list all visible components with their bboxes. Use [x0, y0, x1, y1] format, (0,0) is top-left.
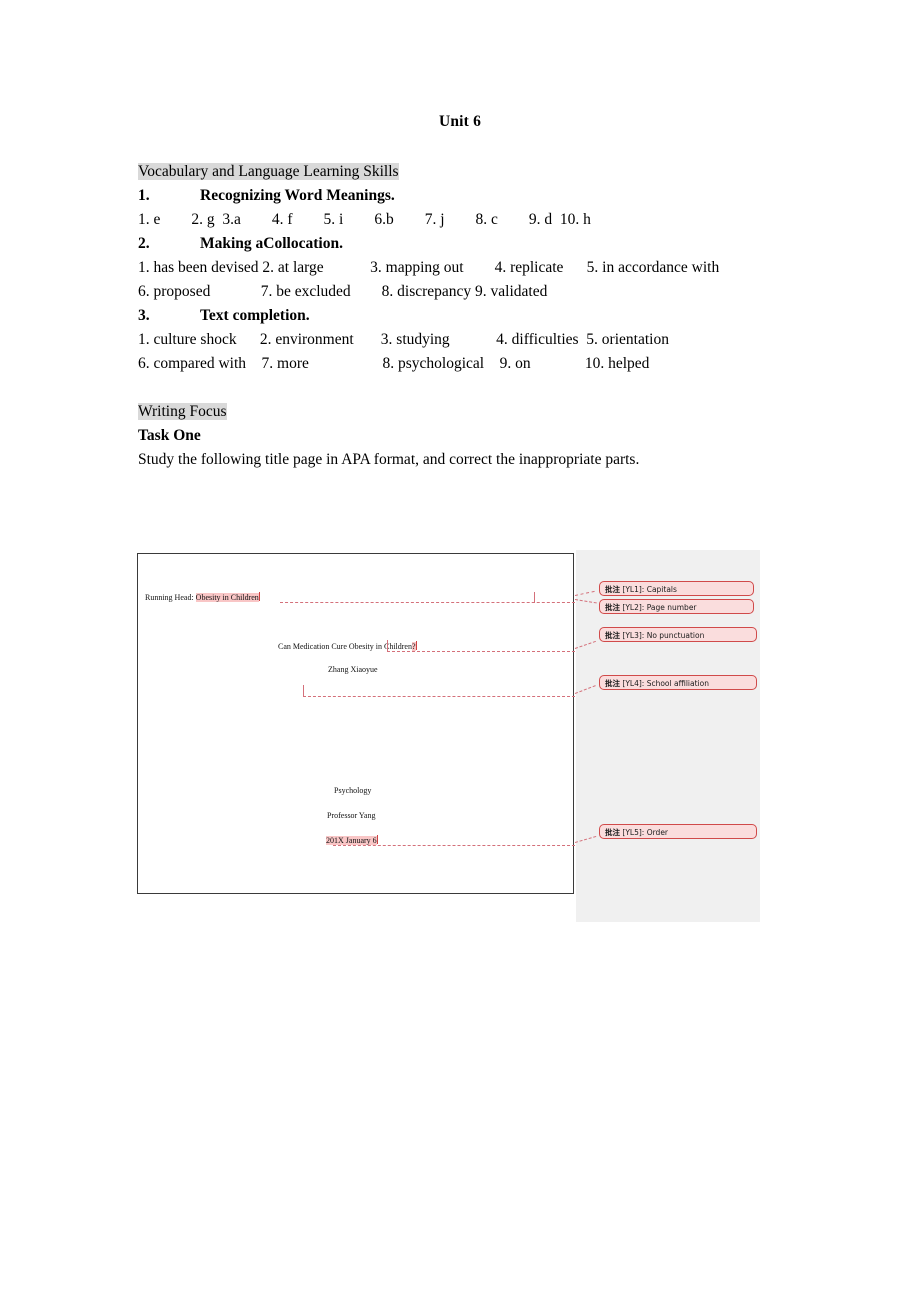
comment-text: Capitals [646, 585, 677, 594]
apa-title-page-sheet: Running Head: Obesity in Children Can Me… [137, 553, 575, 894]
exercise-2-heading: 2. Making aCollocation. [138, 232, 798, 256]
exercise-3-number: 3. [138, 307, 150, 324]
exercise-2-number: 2. [138, 235, 150, 252]
comment-balloon-yl4[interactable]: 批注 [YL4]: School affiliation [599, 675, 757, 690]
page-title: Unit 6 [438, 113, 482, 130]
comment-text: No punctuation [646, 631, 705, 640]
leader-line-yl3 [387, 651, 575, 652]
comment-prefix: 批注 [605, 679, 620, 688]
running-head-label: Running Head: [145, 593, 194, 602]
comment-bracket: [YL5] [622, 828, 642, 837]
comment-bracket: [YL3] [622, 631, 642, 640]
comment-balloon-yl2[interactable]: 批注 [YL2]: Page number [599, 599, 754, 614]
comment-balloon-yl3[interactable]: 批注 [YL3]: No punctuation [599, 627, 757, 642]
department-name: Psychology [334, 786, 372, 795]
page-number-tick [534, 592, 535, 603]
comment-prefix: 批注 [605, 631, 620, 640]
running-head-value: Obesity in Children [195, 593, 259, 602]
instructor-name: Professor Yang [327, 811, 376, 820]
comment-text: Page number [646, 603, 697, 612]
text-caret [376, 835, 378, 844]
document-body: Vocabulary and Language Learning Skills … [138, 160, 798, 472]
text-caret [415, 641, 417, 650]
comment-balloon-yl5[interactable]: 批注 [YL5]: Order [599, 824, 757, 839]
exercise-3-label: Text completion. [200, 307, 310, 324]
date-value: 201X January 6 [326, 836, 377, 845]
exercise-3-heading: 3. Text completion. [138, 304, 798, 328]
exercise-2-answers-line2: 6. proposed 7. be excluded 8. discrepanc… [138, 283, 548, 300]
comment-prefix: 批注 [605, 828, 620, 837]
comment-text: Order [646, 828, 669, 837]
leader-line-yl4 [303, 696, 575, 697]
leader-line-yl1 [280, 602, 575, 603]
running-head-line: Running Head: Obesity in Children [145, 592, 260, 603]
section-heading-vocabulary-text: Vocabulary and Language Learning Skills [138, 163, 399, 180]
comment-balloon-yl1[interactable]: 批注 [YL1]: Capitals [599, 581, 754, 596]
exercise-3-answers-line1: 1. culture shock 2. environment 3. study… [138, 331, 669, 348]
paper-title: Can Medication Cure Obesity in Children [278, 642, 412, 651]
exercise-1-heading: 1. Recognizing Word Meanings. [138, 184, 798, 208]
task-one-instruction: Study the following title page in APA fo… [138, 451, 640, 468]
exercise-1-answers: 1. e 2. g 3.a 4. f 5. i 6.b 7. j 8. c 9.… [138, 211, 591, 228]
comment-bracket: [YL4] [622, 679, 642, 688]
section-heading-writing-text: Writing Focus [138, 403, 227, 420]
exercise-3-answers-line2: 6. compared with 7. more 8. psychologica… [138, 355, 650, 372]
document-page: Unit 6 Vocabulary and Language Learning … [0, 0, 920, 1302]
comment-bracket: [YL2] [622, 603, 642, 612]
task-one-label: Task One [138, 427, 201, 444]
apa-title-page-figure: Running Head: Obesity in Children Can Me… [137, 550, 760, 925]
author-name: Zhang Xiaoyue [328, 665, 378, 674]
exercise-2-answers-line1: 1. has been devised 2. at large 3. mappi… [138, 259, 720, 276]
comment-prefix: 批注 [605, 603, 620, 612]
comment-text: School affiliation [646, 679, 709, 688]
exercise-1-number: 1. [138, 187, 150, 204]
section-heading-vocabulary: Vocabulary and Language Learning Skills [138, 160, 798, 184]
comment-prefix: 批注 [605, 585, 620, 594]
exercise-1-label: Recognizing Word Meanings. [200, 187, 395, 204]
section-heading-writing: Writing Focus [138, 400, 798, 424]
exercise-2-label: Making aCollocation. [200, 235, 343, 252]
comment-bracket: [YL1] [622, 585, 642, 594]
leader-line-yl5 [333, 845, 575, 846]
text-caret [258, 592, 260, 601]
